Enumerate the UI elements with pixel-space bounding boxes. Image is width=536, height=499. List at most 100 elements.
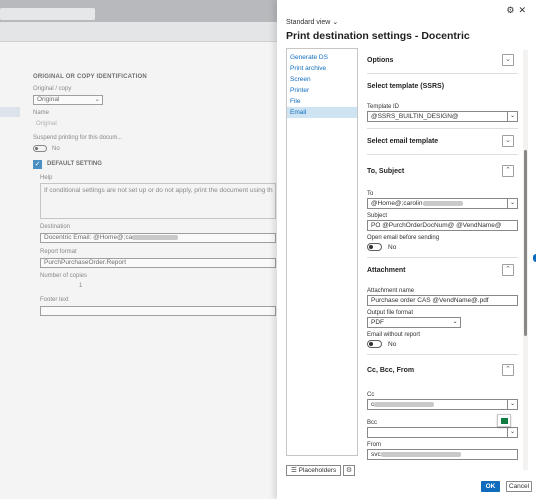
options-section-header[interactable]: Options ⌄ <box>367 48 518 74</box>
open-email-value: No <box>388 243 397 251</box>
output-format-select[interactable]: PDF ⌄ <box>367 317 461 328</box>
placeholders-button[interactable]: ☰ Placeholders <box>286 465 342 476</box>
redacted-text <box>374 401 435 407</box>
chevron-down-icon[interactable]: ⌄ <box>502 54 514 66</box>
destination-value: Docentric Email: @Home@;ca <box>44 234 133 241</box>
nav-item-file[interactable]: File <box>287 96 357 107</box>
suspend-label: Suspend printing for this docum... <box>33 135 123 141</box>
search-box[interactable] <box>0 8 95 20</box>
template-id-label: Template ID <box>367 104 400 110</box>
open-email-toggle[interactable] <box>367 243 382 251</box>
name-label: Name <box>33 110 50 116</box>
panel-title: Print destination settings - Docentric <box>286 30 470 42</box>
nav-item-generate-ds[interactable]: Generate DS <box>287 52 357 63</box>
scrollbar-thumb[interactable] <box>524 150 527 336</box>
attachment-section-header[interactable]: Attachment ⌃ <box>367 258 518 284</box>
chevron-down-icon: ⌄ <box>452 319 458 325</box>
footer-label: Footer text <box>40 297 69 303</box>
to-value: @Home@;carolin <box>371 200 423 207</box>
views-label: Standard view <box>286 19 331 26</box>
excel-icon[interactable] <box>497 414 511 427</box>
destination-nav: Generate DS Print archive Screen Printer… <box>286 48 358 456</box>
chevron-down-icon[interactable]: ⌄ <box>502 135 514 147</box>
chevron-down-icon: ⌄ <box>507 400 517 409</box>
section-heading: ORIGINAL OR COPY IDENTIFICATION <box>33 74 147 80</box>
cancel-button[interactable]: Cancel <box>506 481 532 492</box>
subject-field[interactable]: PO @PurchOrderDocNum@ @VendName@ <box>367 220 518 231</box>
cc-bcc-from-section-body: Cc c ⌄ Bcc ⌄ From svc <box>367 384 518 466</box>
from-label: From <box>367 442 381 448</box>
from-field[interactable]: svc <box>367 449 518 460</box>
settings-area: Options ⌄ Select template (SSRS) Templat… <box>367 48 518 478</box>
original-copy-select[interactable]: Original ⌄ <box>33 95 103 105</box>
settings-icon[interactable]: ⚙ <box>506 5 518 15</box>
report-format-value: PurchPurchaseOrder.Report <box>44 259 127 266</box>
redacted-text <box>380 451 461 457</box>
attachment-section-body: Attachment name Purchase order CAS @Vend… <box>367 288 518 355</box>
chevron-down-icon: ⌄ <box>332 19 339 26</box>
help-text: If conditional settings are not set up o… <box>44 187 273 194</box>
original-copy-label: Original / copy <box>33 86 72 92</box>
email-template-title: Select email template <box>367 138 439 145</box>
template-section-header[interactable]: Select template (SSRS) <box>367 74 518 100</box>
selected-row-indicator <box>0 107 20 117</box>
template-title: Select template (SSRS) <box>367 83 445 90</box>
default-setting-checkbox[interactable]: ✓ <box>33 160 42 169</box>
chevron-down-icon: ⌄ <box>94 96 100 103</box>
default-setting-label: DEFAULT SETTING <box>47 161 102 167</box>
to-subject-section-header[interactable]: To, Subject ⌃ <box>367 159 518 185</box>
bcc-field[interactable]: ⌄ <box>367 427 518 438</box>
original-copy-value: Original <box>37 96 60 103</box>
cc-label: Cc <box>367 392 375 398</box>
open-email-label: Open email before sending <box>367 235 440 241</box>
attachment-name-field[interactable]: Purchase order CAS @VendName@.pdf <box>367 295 518 306</box>
cc-bcc-from-section-header[interactable]: Cc, Bcc, From ⌃ <box>367 358 518 384</box>
gear-icon[interactable]: ⚙ <box>343 465 355 476</box>
attachment-name-label: Attachment name <box>367 288 415 294</box>
without-report-label: Email without report <box>367 332 421 338</box>
side-handle[interactable] <box>531 252 536 264</box>
attachment-name-value: Purchase order CAS @VendName@.pdf <box>371 297 489 304</box>
cc-bcc-from-title: Cc, Bcc, From <box>367 367 415 374</box>
nav-item-screen[interactable]: Screen <box>287 74 357 85</box>
without-report-row: No <box>367 340 518 348</box>
nav-item-print-archive[interactable]: Print archive <box>287 63 357 74</box>
without-report-value: No <box>388 340 397 348</box>
report-format-field[interactable]: PurchPurchaseOrder.Report <box>40 258 276 268</box>
email-template-section-header[interactable]: Select email template ⌄ <box>367 129 518 155</box>
placeholders-label: Placeholders <box>298 467 337 474</box>
bcc-label: Bcc <box>367 420 378 426</box>
help-textarea: If conditional settings are not set up o… <box>40 183 276 219</box>
template-id-value: @SSRS_BUILTIN_DESIGN@ <box>371 113 459 120</box>
nav-item-printer[interactable]: Printer <box>287 85 357 96</box>
nav-item-email[interactable]: Email <box>287 107 357 118</box>
close-icon[interactable]: ✕ <box>518 5 530 15</box>
redacted-text <box>132 234 179 240</box>
from-value: svc <box>371 451 381 458</box>
chevron-up-icon[interactable]: ⌃ <box>502 165 514 177</box>
views-selector[interactable]: Standard view ⌄ <box>286 18 338 26</box>
copies-label: Number of copies <box>40 273 88 279</box>
chevron-up-icon[interactable]: ⌃ <box>502 364 514 376</box>
footer-field[interactable] <box>40 306 276 316</box>
help-label: Help <box>40 175 53 181</box>
destination-label: Destination <box>40 224 71 230</box>
to-label: To <box>367 191 374 197</box>
options-title: Options <box>367 57 394 64</box>
open-email-row: No <box>367 243 518 251</box>
panel-top-icons: ⚙✕ <box>506 5 530 16</box>
template-section-body: Template ID @SSRS_BUILTIN_DESIGN@ ⌄ <box>367 104 518 129</box>
suspend-toggle[interactable] <box>33 145 47 152</box>
ok-button[interactable]: OK <box>481 481 500 492</box>
to-subject-section-body: To @Home@;carolin ⌄ Subject PO @PurchOrde… <box>367 185 518 258</box>
copies-value: 1 <box>79 283 83 289</box>
attachment-title: Attachment <box>367 267 406 274</box>
cc-field[interactable]: c ⌄ <box>367 399 518 410</box>
name-value: Original <box>36 121 57 127</box>
destination-field[interactable]: Docentric Email: @Home@;ca <box>40 233 276 243</box>
chevron-up-icon[interactable]: ⌃ <box>502 264 514 276</box>
subject-value: PO @PurchOrderDocNum@ @VendName@ <box>371 222 502 229</box>
template-id-select[interactable]: @SSRS_BUILTIN_DESIGN@ ⌄ <box>367 111 518 122</box>
to-field[interactable]: @Home@;carolin ⌄ <box>367 198 518 209</box>
without-report-toggle[interactable] <box>367 340 382 348</box>
